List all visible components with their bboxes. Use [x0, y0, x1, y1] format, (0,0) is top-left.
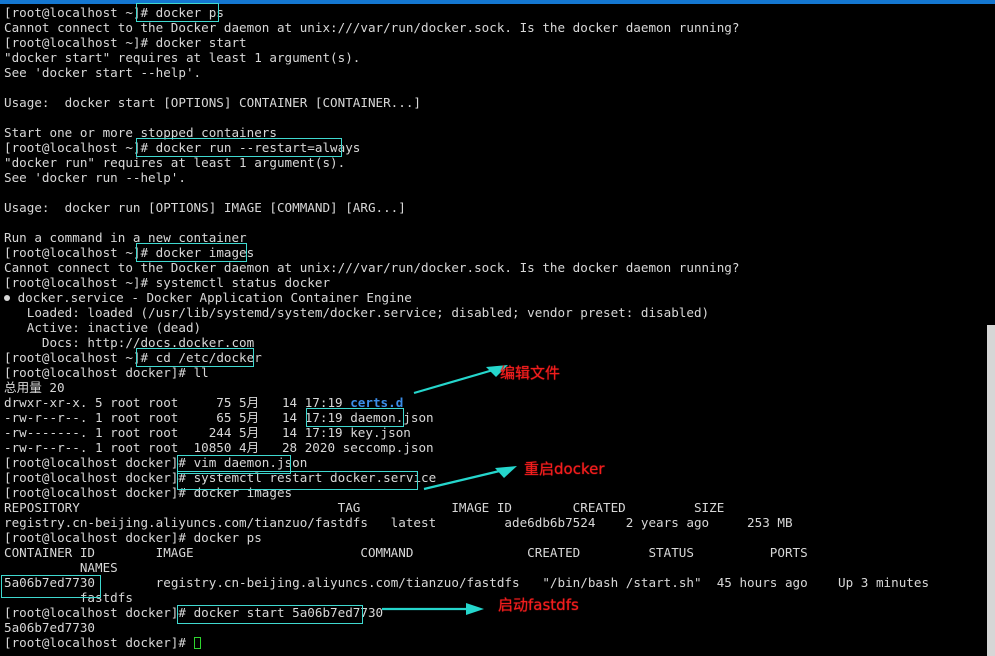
terminal-line: See 'docker run --help'. — [4, 170, 186, 185]
container-row-rest: registry.cn-beijing.aliyuncs.com/tianzuo… — [95, 575, 930, 590]
terminal-line: "docker start" requires at least 1 argum… — [4, 50, 361, 65]
shell-prompt: [root@localhost docker]# — [4, 530, 194, 545]
terminal-line: 总用量 20 — [4, 380, 65, 395]
terminal-line: Active: inactive (dead) — [4, 320, 202, 335]
terminal-line: Usage: docker start [OPTIONS] CONTAINER … — [4, 95, 422, 110]
shell-prompt: [root@localhost docker]# — [4, 485, 194, 500]
terminal-line: Usage: docker run [OPTIONS] IMAGE [COMMA… — [4, 200, 406, 215]
file-list-row: -rw-r--r--. 1 root root 65 5月 14 17:19 d… — [4, 410, 434, 425]
shell-prompt: [root@localhost ~]# — [4, 350, 156, 365]
terminal-line: "docker run" requires at least 1 argumen… — [4, 155, 346, 170]
vertical-scrollbar[interactable] — [987, 325, 995, 656]
file-list-row: -rw-r--r--. 1 root root 10850 4月 28 2020… — [4, 440, 434, 455]
terminal-line: 5a06b7ed7730 — [4, 620, 95, 635]
file-name: daemon.json — [350, 410, 434, 425]
file-name-directory: certs.d — [350, 395, 404, 410]
terminal-line: [root@localhost docker]# systemctl resta… — [4, 470, 436, 485]
command-text: docker run --restart=always — [155, 140, 361, 155]
file-meta: drwxr-xr-x. 5 root root 75 5月 14 17:19 — [4, 395, 351, 410]
shell-prompt: [root@localhost docker]# — [4, 635, 194, 650]
shell-prompt: [root@localhost ~]# — [4, 140, 156, 155]
file-meta: -rw-------. 1 root root 244 5月 14 17:19 — [4, 425, 351, 440]
command-text: docker images — [193, 485, 293, 500]
shell-prompt: [root@localhost ~]# — [4, 35, 156, 50]
terminal-line: [root@localhost docker]# vim daemon.json — [4, 455, 307, 470]
arrow-restart-docker — [423, 466, 517, 491]
terminal-line: [root@localhost ~]# cd /etc/docker — [4, 350, 262, 365]
window-titlebar — [0, 0, 995, 4]
terminal-line: [root@localhost docker]# docker images — [4, 485, 292, 500]
docker-ps-row-names: fastdfs — [4, 590, 133, 605]
command-text: docker start — [155, 35, 247, 50]
terminal-line: [root@localhost docker]# docker ps — [4, 530, 262, 545]
annotation-edit-file: 编辑文件 — [500, 364, 561, 382]
service-header: docker.service - Docker Application Cont… — [10, 290, 412, 305]
docker-ps-header-cont: NAMES — [4, 560, 118, 575]
container-id: 5a06b7ed7730 — [4, 575, 95, 590]
shell-prompt: [root@localhost docker]# — [4, 365, 194, 380]
terminal-line: [root@localhost docker]# docker start 5a… — [4, 605, 383, 620]
command-text: docker images — [155, 245, 255, 260]
shell-prompt: [root@localhost docker]# — [4, 455, 194, 470]
file-list-row: drwxr-xr-x. 5 root root 75 5月 14 17:19 c… — [4, 395, 403, 410]
command-text: cd /etc/docker — [155, 350, 262, 365]
command-text: systemctl restart docker.service — [193, 470, 437, 485]
terminal-line: docker.service - Docker Application Cont… — [4, 290, 412, 305]
terminal-line: Loaded: loaded (/usr/lib/systemd/system/… — [4, 305, 710, 320]
terminal-line: [root@localhost ~]# docker start — [4, 35, 247, 50]
command-text: ll — [193, 365, 209, 380]
file-name: key.json — [350, 425, 411, 440]
terminal-line: [root@localhost docker]# — [4, 635, 201, 650]
annotation-restart-docker: 重启docker — [524, 460, 605, 478]
command-text: docker ps — [155, 5, 224, 20]
shell-prompt: [root@localhost ~]# — [4, 5, 156, 20]
text-cursor — [193, 637, 201, 649]
terminal-line: [root@localhost docker]# ll — [4, 365, 209, 380]
shell-prompt: [root@localhost docker]# — [4, 605, 194, 620]
terminal-line: Cannot connect to the Docker daemon at u… — [4, 260, 740, 275]
docker-images-row: registry.cn-beijing.aliyuncs.com/tianzuo… — [4, 515, 793, 530]
command-text: vim daemon.json — [193, 455, 308, 470]
terminal-line: See 'docker start --help'. — [4, 65, 202, 80]
terminal-line: Cannot connect to the Docker daemon at u… — [4, 20, 740, 35]
docker-ps-row: 5a06b7ed7730 registry.cn-beijing.aliyunc… — [4, 575, 929, 590]
terminal-window: [root@localhost ~]# docker ps Cannot con… — [0, 0, 995, 656]
annotation-start-fastdfs: 启动fastdfs — [498, 596, 579, 614]
terminal-line: Docs: http://docs.docker.com — [4, 335, 255, 350]
terminal-line: [root@localhost ~]# docker run --restart… — [4, 140, 360, 155]
terminal-output[interactable]: [root@localhost ~]# docker ps Cannot con… — [0, 3, 986, 656]
terminal-line: Start one or more stopped containers — [4, 125, 277, 140]
shell-prompt: [root@localhost ~]# — [4, 245, 156, 260]
command-text: systemctl status docker — [155, 275, 331, 290]
terminal-line: Run a command in a new container — [4, 230, 247, 245]
terminal-line: [root@localhost ~]# systemctl status doc… — [4, 275, 330, 290]
shell-prompt: [root@localhost ~]# — [4, 275, 156, 290]
file-list-row: -rw-------. 1 root root 244 5月 14 17:19 … — [4, 425, 411, 440]
file-name: seccomp.json — [342, 440, 434, 455]
docker-ps-header: CONTAINER ID IMAGE COMMAND CREATED STATU… — [4, 545, 808, 560]
terminal-line: [root@localhost ~]# docker images — [4, 245, 254, 260]
arrow-start-fastdfs — [382, 603, 484, 615]
arrow-edit-file — [413, 365, 508, 395]
file-meta: -rw-r--r--. 1 root root 10850 4月 28 2020 — [4, 440, 343, 455]
docker-images-header: REPOSITORY TAG IMAGE ID CREATED SIZE — [4, 500, 725, 515]
command-text: docker start 5a06b7ed7730 — [193, 605, 384, 620]
command-text: docker ps — [193, 530, 262, 545]
file-meta: -rw-r--r--. 1 root root 65 5月 14 17:19 — [4, 410, 351, 425]
shell-prompt: [root@localhost docker]# — [4, 470, 194, 485]
terminal-line: [root@localhost ~]# docker ps — [4, 5, 224, 20]
